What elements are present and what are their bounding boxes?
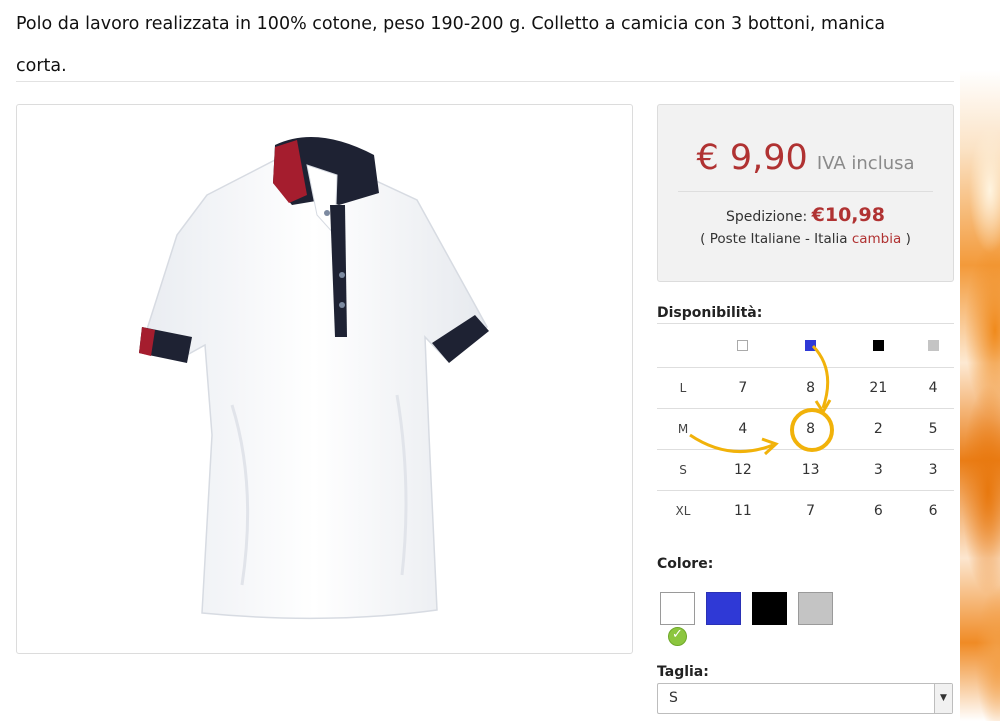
stock-cell: 8 — [776, 367, 845, 409]
color-label: Colore: — [657, 556, 714, 572]
price-box: € 9,90 IVA inclusa Spedizione: €10,98 ( … — [657, 104, 954, 282]
shipping-detail: ( Poste Italiane - Italia cambia ) — [658, 231, 953, 247]
stock-cell: 11 — [709, 490, 777, 531]
price-divider — [678, 191, 933, 192]
blue-swatch-icon — [805, 340, 817, 351]
color-swatch-blue[interactable] — [706, 592, 741, 625]
check-circle-icon: ✓ — [668, 627, 687, 646]
stock-cell: 5 — [912, 408, 954, 450]
size-select-value: S — [669, 690, 678, 706]
polo-shirt-image — [139, 137, 489, 620]
stock-cell-highlighted: 8 — [776, 408, 845, 452]
price-line: € 9,90 IVA inclusa — [658, 138, 953, 178]
decorative-flame-image — [960, 70, 1000, 721]
product-image[interactable] — [16, 104, 633, 654]
shipping-price: €10,98 — [811, 204, 885, 226]
availability-table: L 7 8 21 4 M 4 8 2 5 S 12 13 3 3 XL 11 7… — [657, 323, 954, 531]
divider — [16, 81, 954, 82]
stock-cell: 7 — [776, 490, 845, 531]
highlight-circle — [789, 408, 834, 452]
size-cell: S — [657, 449, 709, 491]
stock-cell: 3 — [844, 449, 913, 491]
product-description: Polo da lavoro realizzata in 100% cotone… — [16, 14, 886, 76]
change-shipping-link[interactable]: cambia — [852, 231, 901, 247]
size-label: Taglia: — [657, 664, 709, 680]
stock-cell: 12 — [709, 449, 777, 491]
stock-cell: 7 — [709, 367, 777, 409]
chevron-down-icon[interactable]: ▼ — [934, 684, 952, 713]
color-swatch-black[interactable] — [752, 592, 787, 625]
availability-row-s: S 12 13 3 3 — [657, 449, 954, 491]
stock-cell: 21 — [844, 367, 913, 409]
stock-cell: 2 — [844, 408, 913, 450]
shipping-detail-close: ) — [905, 231, 911, 247]
stock-cell: 3 — [912, 449, 954, 491]
availability-row-l: L 7 8 21 4 — [657, 367, 954, 409]
stock-cell: 13 — [776, 449, 845, 491]
shipping-label: Spedizione: — [726, 209, 808, 225]
size-cell: XL — [657, 490, 709, 531]
color-swatch-white[interactable] — [660, 592, 695, 625]
shipping-line: Spedizione: €10,98 — [658, 204, 953, 226]
price-value: € 9,90 — [696, 138, 808, 178]
availability-row-m: M 4 8 2 5 — [657, 408, 954, 452]
header-white — [709, 323, 777, 368]
color-swatch-grey[interactable] — [798, 592, 833, 625]
header-blue — [776, 323, 845, 368]
stock-cell: 6 — [844, 490, 913, 531]
grey-swatch-icon — [927, 340, 939, 351]
black-swatch-icon — [872, 340, 884, 351]
availability-row-xl: XL 11 7 6 6 — [657, 490, 954, 531]
availability-label: Disponibilità: — [657, 305, 763, 321]
vat-note: IVA inclusa — [816, 153, 915, 174]
size-select[interactable]: S ▼ — [657, 683, 953, 714]
stock-cell: 4 — [709, 408, 777, 450]
availability-header-row — [657, 323, 954, 368]
header-empty-cell — [657, 323, 709, 368]
size-cell: L — [657, 367, 709, 409]
size-cell: M — [657, 408, 709, 450]
header-black — [844, 323, 913, 368]
stock-cell: 6 — [912, 490, 954, 531]
stock-cell: 4 — [912, 367, 954, 409]
shipping-carrier: ( Poste Italiane - Italia — [700, 231, 848, 247]
header-grey — [912, 323, 954, 368]
white-swatch-icon — [737, 340, 749, 351]
